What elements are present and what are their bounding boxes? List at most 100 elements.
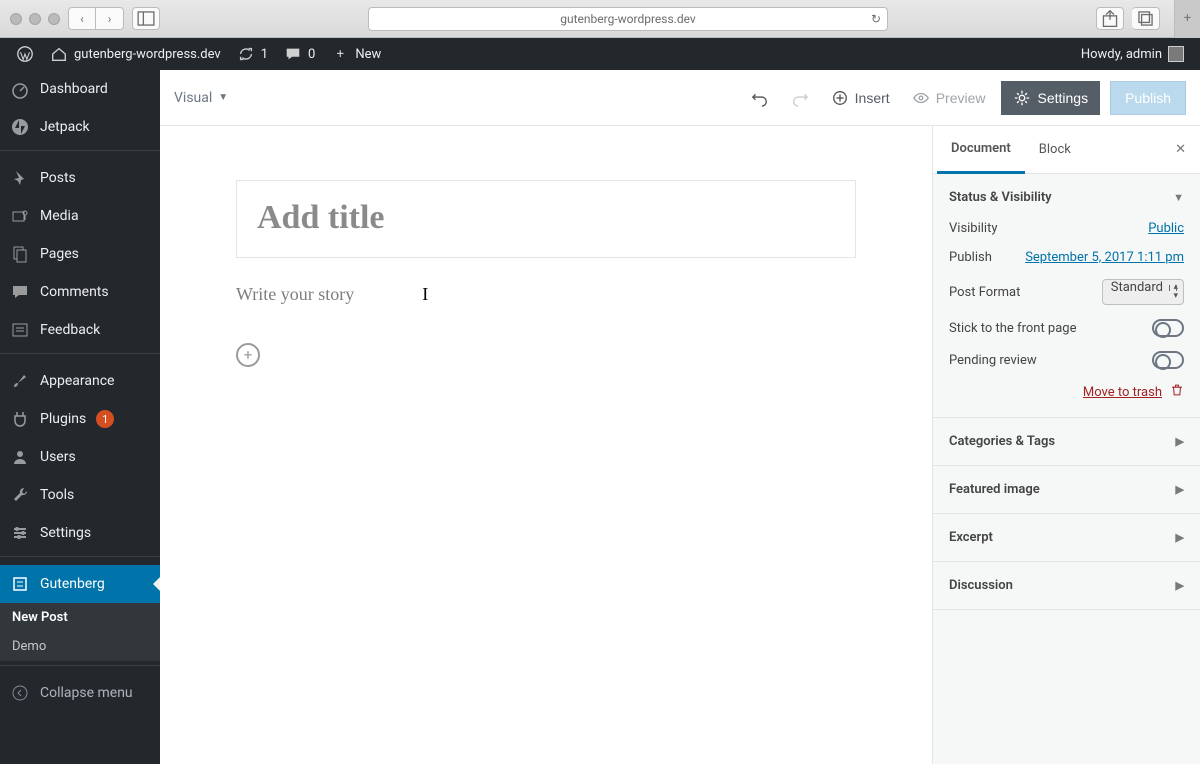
move-to-trash-link[interactable]: Move to trash — [1083, 385, 1162, 400]
close-panel-button[interactable]: ✕ — [1165, 142, 1196, 157]
new-content[interactable]: + New — [323, 38, 389, 70]
panel-categories-tags: Categories & Tags ▶ — [933, 418, 1200, 466]
panel-title: Status & Visibility — [949, 190, 1052, 205]
back-button[interactable]: ‹ — [68, 7, 96, 30]
sidebar-item-label: Pages — [40, 246, 79, 262]
sidebar-item-media[interactable]: Media — [0, 197, 160, 235]
tab-document[interactable]: Document — [937, 127, 1025, 174]
new-tab-button[interactable]: + — [1174, 0, 1200, 38]
redo-button[interactable] — [785, 82, 815, 114]
sidebar-item-plugins[interactable]: Plugins 1 — [0, 400, 160, 438]
panel-toggle-excerpt[interactable]: Excerpt ▶ — [933, 514, 1200, 561]
comments[interactable]: 0 — [276, 38, 323, 70]
wrench-icon — [10, 485, 30, 505]
dashboard-icon — [10, 79, 30, 99]
close-dot[interactable] — [10, 13, 22, 25]
panel-toggle-featured[interactable]: Featured image ▶ — [933, 466, 1200, 513]
chevron-right-icon: ▶ — [1176, 579, 1184, 592]
account[interactable]: Howdy, admin — [1073, 38, 1192, 70]
max-dot[interactable] — [48, 13, 60, 25]
panel-toggle-discussion[interactable]: Discussion ▶ — [933, 562, 1200, 609]
refresh-icon[interactable]: ↻ — [871, 12, 881, 26]
panel-toggle-cats[interactable]: Categories & Tags ▶ — [933, 418, 1200, 465]
chevron-right-icon: ▶ — [1176, 531, 1184, 544]
editor-canvas[interactable]: Add title Write your story I + — [160, 126, 932, 764]
panel-excerpt: Excerpt ▶ — [933, 514, 1200, 562]
chevron-down-icon: ▼ — [1173, 191, 1184, 204]
site-name[interactable]: gutenberg-wordpress.dev — [42, 38, 229, 70]
sidebar-item-jetpack[interactable]: Jetpack — [0, 108, 160, 146]
document-settings-panel: Document Block ✕ Status & Visibility ▼ V… — [932, 126, 1200, 764]
post-format-select[interactable]: Standard ▴▾ — [1102, 279, 1184, 305]
brush-icon — [10, 371, 30, 391]
panel-toggle-status[interactable]: Status & Visibility ▼ — [933, 174, 1200, 221]
collapse-icon — [10, 683, 30, 703]
editor-region: Visual ▼ Insert Preview Settings — [160, 70, 1200, 764]
visibility-link[interactable]: Public — [1148, 221, 1184, 236]
row-trash: Move to trash — [949, 383, 1184, 401]
sidebar-item-users[interactable]: Users — [0, 438, 160, 476]
sidebar-item-settings[interactable]: Settings — [0, 514, 160, 552]
updates-icon — [237, 45, 255, 63]
site-name-label: gutenberg-wordpress.dev — [74, 47, 221, 62]
updates-count: 1 — [261, 47, 268, 62]
preview-button[interactable]: Preview — [906, 82, 992, 114]
share-button[interactable] — [1096, 7, 1124, 30]
browser-chrome: ‹ › gutenberg-wordpress.dev ↻ + — [0, 0, 1200, 38]
updates[interactable]: 1 — [229, 38, 276, 70]
sliders-icon — [10, 523, 30, 543]
row-publish: Publish September 5, 2017 1:11 pm — [949, 250, 1184, 265]
sidebar-item-dashboard[interactable]: Dashboard — [0, 70, 160, 108]
sidebar-item-label: Users — [40, 449, 76, 465]
sidebar-item-appearance[interactable]: Appearance — [0, 362, 160, 400]
submenu-new-post[interactable]: New Post — [0, 603, 160, 632]
select-arrows-icon: ▴▾ — [1173, 283, 1178, 301]
avatar — [1168, 46, 1184, 62]
undo-button[interactable] — [745, 82, 775, 114]
pending-label: Pending review — [949, 353, 1152, 368]
sidebar-item-label: Dashboard — [40, 81, 108, 97]
insert-label: Insert — [855, 90, 890, 106]
forward-button[interactable]: › — [96, 7, 124, 30]
sidebar-item-posts[interactable]: Posts — [0, 159, 160, 197]
pending-toggle[interactable] — [1152, 351, 1184, 369]
post-body-field[interactable]: Write your story I — [236, 284, 856, 305]
trash-icon[interactable] — [1170, 383, 1184, 401]
settings-button[interactable]: Settings — [1001, 81, 1100, 115]
pin-icon — [10, 168, 30, 188]
panel-title: Excerpt — [949, 530, 993, 545]
panel-featured-image: Featured image ▶ — [933, 466, 1200, 514]
panel-title: Categories & Tags — [949, 434, 1055, 449]
collapse-menu[interactable]: Collapse menu — [0, 674, 160, 712]
sidebar-item-tools[interactable]: Tools — [0, 476, 160, 514]
main-layout: Dashboard Jetpack Posts Media Pages Comm… — [0, 70, 1200, 764]
tab-block[interactable]: Block — [1025, 126, 1085, 173]
wordpress-icon — [16, 45, 34, 63]
pages-icon — [10, 244, 30, 264]
publish-date-link[interactable]: September 5, 2017 1:11 pm — [1025, 250, 1184, 265]
close-icon: ✕ — [1175, 142, 1186, 157]
panel-status-visibility: Status & Visibility ▼ Visibility Public … — [933, 174, 1200, 418]
address-bar[interactable]: gutenberg-wordpress.dev ↻ — [168, 7, 1088, 31]
tabs-button[interactable] — [1132, 7, 1160, 30]
submenu-demo[interactable]: Demo — [0, 632, 160, 661]
gutenberg-icon — [10, 574, 30, 594]
panel-title: Discussion — [949, 578, 1013, 593]
publish-button[interactable]: Publish — [1110, 81, 1186, 115]
preview-label: Preview — [936, 90, 986, 106]
sidebar-item-gutenberg[interactable]: Gutenberg — [0, 565, 160, 603]
min-dot[interactable] — [29, 13, 41, 25]
sidebar-item-comments[interactable]: Comments — [0, 273, 160, 311]
post-title-field[interactable]: Add title — [236, 180, 856, 258]
add-block-button[interactable]: + — [236, 343, 260, 367]
sidebar-item-label: Settings — [40, 525, 91, 541]
home-icon — [50, 45, 68, 63]
sidebar-item-pages[interactable]: Pages — [0, 235, 160, 273]
wp-logo[interactable] — [8, 38, 42, 70]
sidebar-item-label: Jetpack — [40, 119, 90, 135]
sidebar-item-feedback[interactable]: Feedback — [0, 311, 160, 349]
sticky-toggle[interactable] — [1152, 319, 1184, 337]
sidebar-toggle-button[interactable] — [132, 7, 160, 30]
insert-button[interactable]: Insert — [825, 82, 896, 114]
editor-mode-switch[interactable]: Visual ▼ — [174, 90, 228, 106]
